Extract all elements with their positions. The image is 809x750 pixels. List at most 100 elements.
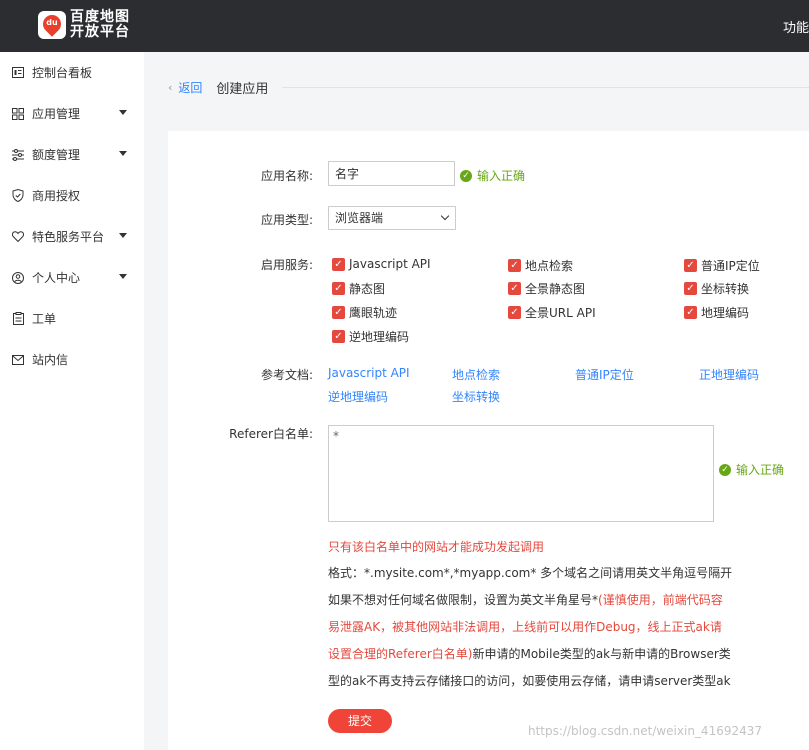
checkbox-checked-icon: ✓ [684,259,697,272]
baidu-map-logo-icon: du [38,11,66,39]
logo-text: 百度地图 开放平台 [70,10,130,40]
sidebar-item-label: 商用授权 [32,189,81,203]
dashboard-icon [11,66,25,80]
service-label: 全景URL API [525,306,596,320]
service-checkbox-panorama-static[interactable]: ✓ 全景静态图 [508,280,585,297]
app-type-label: 应用类型: [260,213,313,227]
doc-link-geocoding[interactable]: 正地理编码 [699,366,759,383]
checkbox-checked-icon: ✓ [684,306,697,319]
format-hint-text: 新申请的Mobile类型的ak与新申请的Browser类 [472,647,731,661]
service-checkbox-eagle-eye[interactable]: ✓ 鹰眼轨迹 [332,304,397,321]
checkbox-checked-icon: ✓ [332,306,345,319]
clipboard-icon [11,312,25,326]
format-hint-line5: 型的ak不再支持云存储接口的访问，如要使用云存储，请申请server类型ak [328,674,731,688]
sidebar-item-label: 站内信 [32,353,69,367]
service-label: 逆地理编码 [349,330,410,344]
checkbox-checked-icon: ✓ [332,330,345,343]
breadcrumb-divider [282,87,809,88]
service-checkbox-panorama-url[interactable]: ✓ 全景URL API [508,304,596,321]
top-menu-function[interactable]: 功能 [783,17,809,36]
sidebar-item-dashboard[interactable]: 控制台看板 [0,52,144,93]
service-checkbox-place-search[interactable]: ✓ 地点检索 [508,257,573,274]
service-checkbox-coordinate-convert[interactable]: ✓ 坐标转换 [684,280,749,297]
service-checkbox-reverse-geocoding[interactable]: ✓ 逆地理编码 [332,328,409,345]
service-checkbox-ip-location[interactable]: ✓ 普通IP定位 [684,257,760,274]
service-label: 地点检索 [525,259,574,273]
sidebar-item-label: 应用管理 [32,107,81,121]
app-name-input[interactable] [328,161,455,186]
service-label: Javascript API [349,257,431,271]
format-hint-text: 如果不想对任何域名做限制，设置为英文半角星号* [328,593,599,607]
app-name-label: 应用名称: [260,169,313,183]
service-label: 普通IP定位 [701,259,760,273]
caret-down-icon [119,110,127,115]
doc-link-reverse-geocoding[interactable]: 逆地理编码 [328,388,388,405]
format-hint-line4: 设置合理的Referer白名单)新申请的Mobile类型的ak与新申请的Brow… [328,645,738,662]
referer-valid: ✓ 输入正确 [719,461,784,478]
service-label: 鹰眼轨迹 [349,306,398,320]
checkbox-checked-icon: ✓ [332,282,345,295]
mail-icon [11,353,25,367]
format-hint-line3: 易泄露AK，被其他网站非法调用，上线前可以用作Debug，线上正式ak请 [328,620,722,634]
service-checkbox-javascript-api[interactable]: ✓ Javascript API [332,257,431,271]
watermark: https://blog.csdn.net/weixin_41692437 [528,724,763,738]
docs-label: 参考文档: [260,368,313,382]
service-checkbox-static-map[interactable]: ✓ 静态图 [332,280,385,297]
doc-link-ip-location[interactable]: 普通IP定位 [575,366,634,383]
app-name-valid: ✓ 输入正确 [460,167,525,184]
format-hint-caution: (谨慎使用，前端代码容 [598,593,723,607]
format-hint-line1: 格式：*.mysite.com*,*myapp.com* 多个域名之间请用英文半… [328,566,733,580]
sidebar-item-label: 特色服务平台 [32,230,105,244]
grid-icon [11,107,25,121]
app-type-select[interactable]: 浏览器端 [328,206,456,230]
shield-icon [11,189,25,203]
sidebar-item-inbox[interactable]: 站内信 [0,339,144,380]
checkbox-checked-icon: ✓ [508,282,521,295]
submit-button[interactable]: 提交 [328,709,392,733]
top-bar: du 百度地图 开放平台 功能 [0,0,809,52]
heart-icon [11,230,25,244]
sidebar-item-label: 额度管理 [32,148,81,162]
referer-label: Referer白名单: [229,427,313,441]
caret-down-icon [119,274,127,279]
sidebar-item-label: 工单 [32,312,57,326]
referer-whitelist-textarea[interactable] [328,425,714,522]
services-label: 启用服务: [260,258,313,272]
whitelist-warning: 只有该白名单中的网站才能成功发起调用 [328,540,545,554]
app-type-selected-value: 浏览器端 [335,211,384,225]
service-checkbox-geocoding[interactable]: ✓ 地理编码 [684,304,749,321]
chevron-left-icon: ‹ [168,81,173,94]
sidebar-item-app-management[interactable]: 应用管理 [0,93,144,134]
back-link[interactable]: 返回 [178,79,202,96]
check-circle-icon: ✓ [719,463,731,476]
checkbox-checked-icon: ✓ [332,257,345,271]
checkbox-checked-icon: ✓ [508,259,521,272]
service-label: 全景静态图 [525,282,586,296]
sidebar-item-feature-platform[interactable]: 特色服务平台 [0,216,144,257]
sliders-icon [11,148,25,162]
sidebar-item-commercial-license[interactable]: 商用授权 [0,175,144,216]
format-hint-caution: 设置合理的Referer白名单) [328,647,473,661]
sidebar: 控制台看板 应用管理 额度管理 商用授权 特色服务平台 个人中心 工单 站内信 [0,52,144,750]
sidebar-item-quota-management[interactable]: 额度管理 [0,134,144,175]
service-label: 地理编码 [701,306,750,320]
sidebar-item-label: 个人中心 [32,271,81,285]
sidebar-item-label: 控制台看板 [32,66,93,80]
logo-line1: 百度地图 [70,9,130,25]
page-title: 创建应用 [216,82,269,97]
sidebar-item-ticket[interactable]: 工单 [0,298,144,339]
doc-link-place-search[interactable]: 地点检索 [452,366,500,383]
sidebar-item-personal-center[interactable]: 个人中心 [0,257,144,298]
service-label: 静态图 [349,282,386,296]
logo[interactable]: du 百度地图 开放平台 [38,10,130,40]
chevron-down-icon [440,211,450,221]
doc-link-javascript-api[interactable]: Javascript API [328,366,410,380]
caret-down-icon [119,151,127,156]
service-label: 坐标转换 [701,282,750,296]
check-circle-icon: ✓ [460,169,472,182]
logo-badge-text: du [46,18,58,27]
doc-link-coordinate-convert[interactable]: 坐标转换 [452,388,500,405]
logo-line2: 开放平台 [70,24,130,40]
breadcrumb: ‹ 返回 创建应用 [168,78,809,97]
valid-text: 输入正确 [736,463,785,477]
